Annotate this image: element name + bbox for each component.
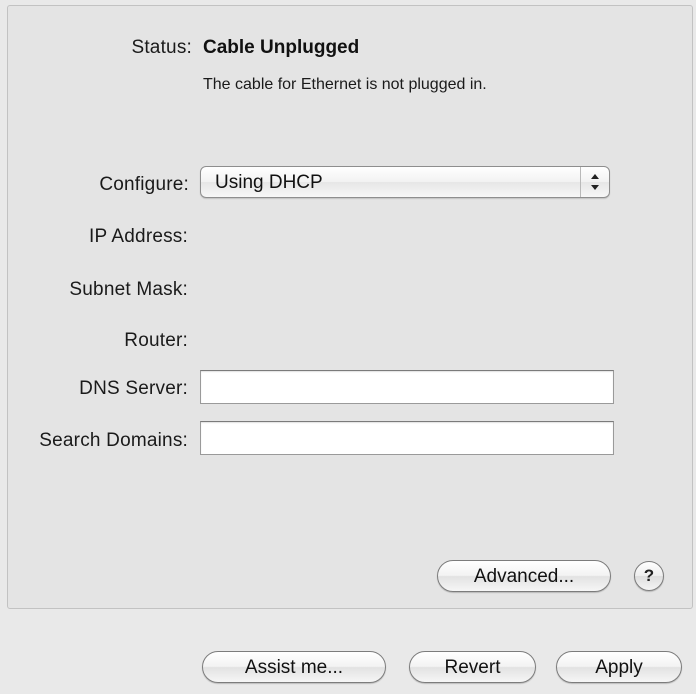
dns-server-field[interactable] [200,370,614,404]
status-label: Status: [131,37,192,58]
revert-button[interactable]: Revert [409,651,536,683]
search-domains-field[interactable] [200,421,614,455]
search-domains-label: Search Domains: [39,430,188,451]
network-ethernet-pane: Status: Cable Unplugged The cable for Et… [0,0,696,694]
assist-me-button[interactable]: Assist me... [202,651,386,683]
advanced-button[interactable]: Advanced... [437,560,611,592]
router-label: Router: [124,330,188,351]
settings-panel [7,5,693,609]
configure-popup[interactable]: Using DHCP [200,166,610,198]
ip-address-label: IP Address: [88,226,188,247]
updown-arrows-icon [580,167,609,197]
dns-server-label: DNS Server: [79,378,188,399]
status-value: Cable Unplugged [203,37,360,58]
status-description: The cable for Ethernet is not plugged in… [203,76,487,93]
help-button[interactable]: ? [634,561,664,591]
configure-label: Configure: [99,174,189,195]
subnet-mask-label: Subnet Mask: [69,279,188,300]
configure-selected-value: Using DHCP [215,172,323,193]
apply-button[interactable]: Apply [556,651,682,683]
